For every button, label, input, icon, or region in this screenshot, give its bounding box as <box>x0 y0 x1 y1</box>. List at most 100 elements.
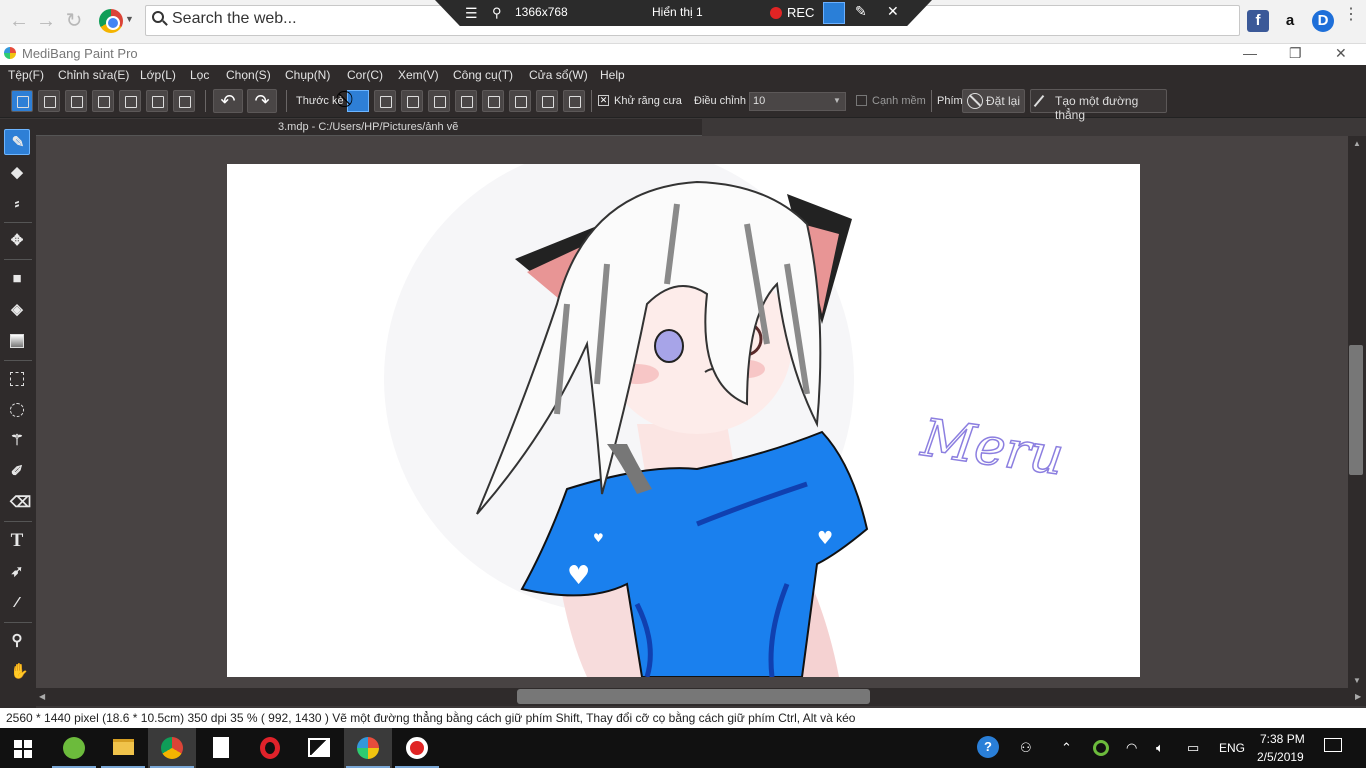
hand-tool[interactable]: ✋ <box>4 659 30 685</box>
extension-d-icon[interactable]: D <box>1312 10 1334 32</box>
pencil-icon[interactable]: ✎ <box>855 3 867 20</box>
menu-dots-icon[interactable]: ⋮ <box>1343 7 1359 30</box>
reload-icon[interactable]: ↻ <box>63 10 85 32</box>
recorder-menu-icon[interactable]: ☰ <box>465 5 478 22</box>
scroll-left-icon[interactable]: ◀ <box>39 692 45 701</box>
redo-button[interactable]: ↷ <box>247 89 277 113</box>
notification-icon[interactable] <box>1324 738 1342 752</box>
divide-tool[interactable]: ⁄ <box>4 590 30 616</box>
menu-select[interactable]: Chọn(S) <box>226 68 271 82</box>
horizontal-scroll-thumb[interactable] <box>517 689 870 704</box>
battery-icon[interactable]: ▭ <box>1187 740 1199 756</box>
select-pen-tool[interactable]: ✐ <box>4 459 30 485</box>
operation-tool[interactable]: ➶ <box>4 559 30 585</box>
menu-view[interactable]: Xem(V) <box>398 68 439 82</box>
amazon-icon[interactable]: a <box>1279 10 1301 32</box>
recorder-display[interactable]: Hiển thị 1 <box>652 5 703 19</box>
bucket-tool[interactable]: ◈ <box>4 297 30 323</box>
menu-layer[interactable]: Lớp(L) <box>140 68 176 82</box>
lasso-tool[interactable] <box>4 397 30 423</box>
left-eye <box>654 329 684 363</box>
rec-button[interactable]: REC <box>787 5 814 20</box>
chevron-up-icon[interactable]: ⌃ <box>1061 740 1072 756</box>
select-tool[interactable] <box>4 366 30 392</box>
gradient-tool[interactable] <box>4 328 30 354</box>
menu-window[interactable]: Cửa sổ(W) <box>529 68 588 82</box>
shape-tool[interactable]: ■ <box>4 266 30 292</box>
drawing-canvas[interactable]: ♥ ♥ ♥ Meru <box>227 164 1140 677</box>
medibang-icon <box>357 737 379 759</box>
ruler-radial-icon[interactable] <box>455 90 477 112</box>
forward-icon[interactable]: → <box>35 10 57 32</box>
menu-help[interactable]: Help <box>600 68 625 82</box>
minimize-icon[interactable]: — <box>1243 45 1257 61</box>
adjust-select[interactable]: 10 <box>749 92 846 111</box>
menu-tools[interactable]: Công cụ(T) <box>453 68 513 82</box>
webcam-toggle-icon[interactable] <box>823 2 845 24</box>
text-tool[interactable]: T <box>4 528 30 554</box>
windows-start-icon[interactable] <box>14 740 32 758</box>
undo-button[interactable]: ↶ <box>213 89 243 113</box>
vertical-scroll-thumb[interactable] <box>1349 345 1363 475</box>
menu-snap[interactable]: Chụp(N) <box>285 68 330 82</box>
select-eraser-tool[interactable]: ⌫ <box>4 490 31 516</box>
speech-icon[interactable] <box>92 90 114 112</box>
dot-tool[interactable]: ⸗ <box>4 191 30 217</box>
ruler-concentric-icon[interactable] <box>482 90 504 112</box>
facebook-icon[interactable]: f <box>1247 10 1269 32</box>
menu-file[interactable]: Tệp(F) <box>8 68 44 82</box>
ruler-perspective-icon[interactable] <box>428 90 450 112</box>
people-icon[interactable]: ⚇ <box>1020 740 1032 756</box>
back-icon[interactable]: ← <box>8 10 30 32</box>
straight-line-button[interactable]: Tạo một đường thẳng <box>1030 89 1167 122</box>
wifi-icon[interactable]: ◠ <box>1126 740 1137 756</box>
chevron-down-icon[interactable]: ▼ <box>125 14 134 24</box>
window-close-icon[interactable]: ✕ <box>1335 45 1347 62</box>
antialias-checkbox[interactable]: ✕ <box>598 95 609 106</box>
move-tool[interactable]: ✥ <box>4 228 30 254</box>
taskbar-photos[interactable] <box>295 728 343 768</box>
pin-icon[interactable]: ⚲ <box>492 5 502 21</box>
grid-panel-icon[interactable] <box>173 90 195 112</box>
magic-wand-tool[interactable]: ⚚ <box>4 428 30 454</box>
page-icon[interactable] <box>119 90 141 112</box>
clock-date[interactable]: 2/5/2019 <box>1257 750 1304 764</box>
scroll-up-icon[interactable]: ▲ <box>1353 139 1361 148</box>
menu-edit[interactable]: Chỉnh sửa(E) <box>58 68 129 82</box>
taskbar-file-explorer[interactable] <box>99 728 147 768</box>
comment-icon[interactable] <box>65 90 87 112</box>
taskbar-opera[interactable] <box>246 728 294 768</box>
brush-tool[interactable]: ✎ <box>4 129 30 155</box>
soft-edge-checkbox[interactable] <box>856 95 867 106</box>
panel-list-icon[interactable] <box>146 90 168 112</box>
clock-time[interactable]: 7:38 PM <box>1260 732 1305 746</box>
ruler-ellipse-icon[interactable] <box>536 90 558 112</box>
scroll-down-icon[interactable]: ▼ <box>1353 676 1361 685</box>
close-icon[interactable]: ✕ <box>887 3 899 20</box>
help-icon[interactable]: ? <box>977 736 999 758</box>
ruler-curve-icon[interactable] <box>509 90 531 112</box>
taskbar-notepad[interactable] <box>197 728 245 768</box>
chevron-down-icon[interactable]: ▼ <box>833 96 841 105</box>
ruler-parallel-icon[interactable] <box>374 90 396 112</box>
restore-icon[interactable]: ❐ <box>1289 45 1302 62</box>
menu-filter[interactable]: Lọc <box>190 68 209 82</box>
volume-icon[interactable]: 🔈︎ <box>1156 740 1164 756</box>
cloud-icon[interactable] <box>11 90 33 112</box>
tray-green-icon[interactable] <box>1093 740 1109 756</box>
scroll-right-icon[interactable]: ▶ <box>1355 692 1361 701</box>
chrome-logo-icon[interactable] <box>99 9 123 33</box>
menu-color[interactable]: Cor(C) <box>347 68 383 82</box>
ruler-settings-icon[interactable] <box>563 90 585 112</box>
eraser-tool[interactable]: ◆ <box>4 160 30 186</box>
heart-decoration: ♥ <box>567 561 590 591</box>
ruler-none-icon[interactable] <box>347 90 369 112</box>
taskbar-app-green[interactable] <box>50 728 98 768</box>
language-indicator[interactable]: ENG <box>1219 741 1245 755</box>
taskbar-chrome[interactable] <box>148 728 196 768</box>
taskbar-recorder[interactable] <box>393 728 441 768</box>
ruler-grid-icon[interactable] <box>401 90 423 112</box>
eyedropper-tool[interactable]: ⚲ <box>4 628 30 654</box>
taskbar-medibang[interactable] <box>344 728 392 768</box>
upload-icon[interactable] <box>38 90 60 112</box>
